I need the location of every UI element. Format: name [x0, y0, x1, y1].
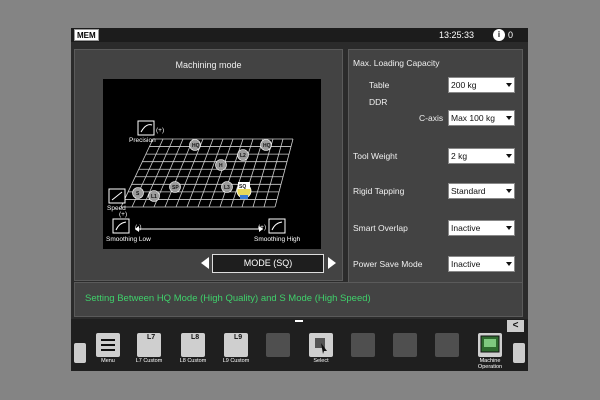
chevron-down-icon	[506, 226, 512, 230]
softkey-bar: < Menu L7 L7 Custom L8 L8 Custom L9 L9 C…	[71, 319, 528, 371]
svg-text:L3: L3	[224, 185, 230, 191]
smart-overlap-select[interactable]: Inactive	[448, 220, 515, 236]
mode-node-l2: L2	[237, 149, 249, 161]
info-icon[interactable]: i	[493, 29, 505, 41]
mode-node-h: H	[215, 159, 227, 171]
l7-icon: L7	[147, 334, 156, 341]
c-axis-capacity-value: Max 100 kg	[451, 113, 495, 123]
current-mode-marker: SQ	[236, 182, 252, 199]
softkey-l7-label: L7 Custom	[135, 358, 163, 364]
softkey-l9-custom[interactable]: L9	[224, 333, 248, 357]
softkey-select-label: Select	[313, 358, 329, 364]
machining-mode-panel: Machining mode (+) Precision Speed (+) (…	[74, 49, 343, 281]
guidance-message: Setting Between HQ Mode (High Quality) a…	[85, 293, 371, 304]
smart-overlap-label: Smart Overlap	[353, 223, 408, 233]
power-save-value: Inactive	[451, 259, 481, 269]
cnc-screen: MEM 13:25:33 i 0 Machining mode (+) Prec…	[71, 28, 528, 371]
tool-weight-value: 2 kg	[451, 151, 468, 161]
max-loading-label: Max. Loading Capacity	[353, 58, 440, 68]
alarm-count: 0	[508, 30, 514, 40]
mode-node-l1: L1	[148, 190, 160, 202]
l9-icon: L9	[234, 334, 243, 341]
mode-node-hq-right: HQ	[260, 139, 272, 151]
power-save-select[interactable]: Inactive	[448, 256, 515, 272]
svg-text:L1: L1	[151, 194, 157, 200]
table-capacity-select[interactable]: 200 kg	[448, 77, 515, 93]
mode-node-l3: L3	[221, 181, 233, 193]
smoothing-low-label: Smoothing Low	[106, 236, 151, 243]
tool-weight-select[interactable]: 2 kg	[448, 148, 515, 164]
settings-panel: Max. Loading Capacity Table 200 kg DDR C…	[348, 49, 523, 302]
machine-operation-icon	[480, 335, 500, 353]
softkey-blank-1[interactable]	[266, 333, 290, 357]
select-icon	[315, 338, 327, 354]
message-panel: Setting Between HQ Mode (High Quality) a…	[74, 282, 523, 317]
smart-overlap-value: Inactive	[451, 223, 481, 233]
mode-graph[interactable]: (+) Precision Speed (+) (-) Smoothing Lo…	[103, 79, 321, 249]
softkey-blank-3[interactable]	[393, 333, 417, 357]
table-capacity-value: 200 kg	[451, 80, 477, 90]
rigid-tapping-label: Rigid Tapping	[353, 186, 405, 196]
tool-weight-label: Tool Weight	[353, 151, 398, 161]
panel-title: Machining mode	[175, 60, 242, 70]
rigid-tapping-select[interactable]: Standard	[448, 183, 515, 199]
svg-text:SP: SP	[172, 185, 179, 191]
mode-node-s: S	[132, 187, 144, 199]
mode-button[interactable]: MODE (SQ)	[212, 254, 324, 273]
mode-node-sp: SP	[169, 181, 181, 193]
mode-grid-svg: (+) Precision Speed (+) (-) Smoothing Lo…	[106, 120, 301, 243]
softkey-l7-custom[interactable]: L7	[137, 333, 161, 357]
clock: 13:25:33	[439, 30, 475, 40]
svg-text:H: H	[219, 163, 223, 169]
chevron-down-icon	[506, 116, 512, 120]
softkey-l8-label: L8 Custom	[179, 358, 207, 364]
top-status-bar: MEM 13:25:33 i 0	[71, 28, 528, 42]
precision-label: Precision	[129, 137, 156, 144]
menu-icon	[101, 339, 115, 351]
softkey-l9-label: L9 Custom	[222, 358, 250, 364]
l8-icon: L8	[191, 334, 200, 341]
rigid-tapping-value: Standard	[451, 186, 486, 196]
collapse-softkeys-button[interactable]: <	[507, 320, 524, 332]
table-label: Table	[369, 80, 390, 90]
softkey-page-right-tab[interactable]	[513, 343, 525, 363]
smoothing-high-label: Smoothing High	[254, 236, 301, 243]
page-indicator	[295, 320, 303, 322]
speed-sign: (+)	[119, 211, 127, 218]
chevron-down-icon	[506, 83, 512, 87]
chevron-down-icon	[506, 189, 512, 193]
svg-text:SQ: SQ	[239, 184, 246, 190]
operation-mode-badge: MEM	[74, 29, 99, 41]
svg-text:L2: L2	[240, 153, 246, 159]
chevron-down-icon	[506, 154, 512, 158]
softkey-machine-operation-label: Machine Operation	[477, 358, 503, 370]
mode-node-hq-left: HQ	[189, 139, 201, 151]
svg-text:HQ: HQ	[263, 143, 271, 149]
mode-prev-button[interactable]	[201, 257, 209, 269]
softkey-menu[interactable]	[96, 333, 120, 357]
precision-sign: (+)	[156, 127, 164, 134]
c-axis-label: C-axis	[419, 113, 444, 123]
ddr-label: DDR	[369, 97, 388, 107]
svg-text:HQ: HQ	[192, 143, 200, 149]
chevron-down-icon	[506, 262, 512, 266]
softkey-blank-2[interactable]	[351, 333, 375, 357]
power-save-label: Power Save Mode	[353, 259, 423, 269]
softkey-l8-custom[interactable]: L8	[181, 333, 205, 357]
c-axis-capacity-select[interactable]: Max 100 kg	[448, 110, 515, 126]
softkey-blank-4[interactable]	[435, 333, 459, 357]
softkey-menu-label: Menu	[101, 358, 115, 364]
softkey-page-left-tab[interactable]	[74, 343, 86, 363]
softkey-select[interactable]	[309, 333, 333, 357]
softkey-machine-operation[interactable]	[478, 333, 502, 357]
mode-next-button[interactable]	[328, 257, 336, 269]
